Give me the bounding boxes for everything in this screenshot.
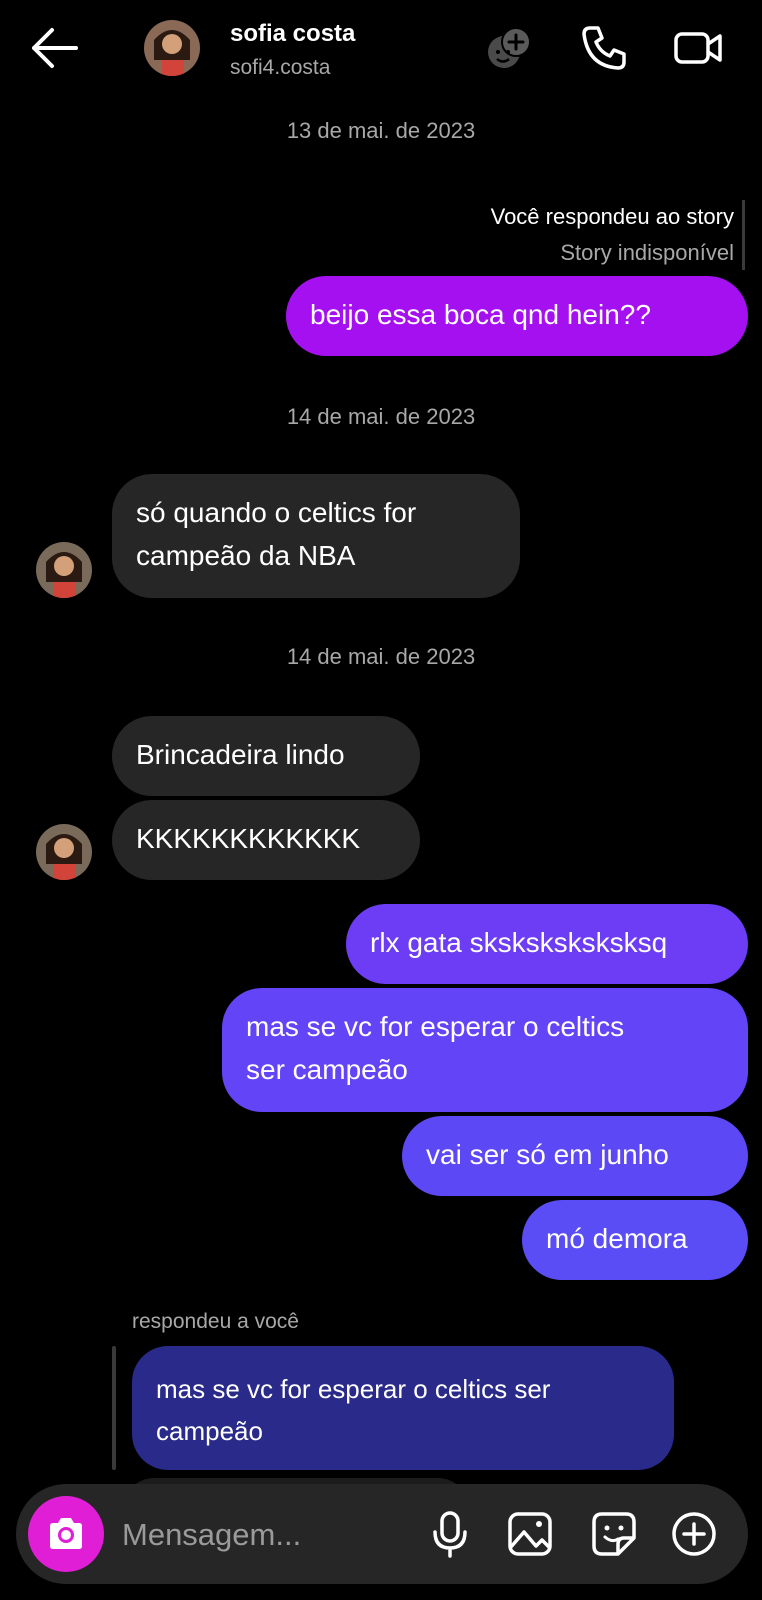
message-text-line: campeão da NBA — [136, 540, 356, 571]
message-text: vai ser só em junho — [426, 1139, 669, 1170]
effects-icon — [488, 27, 531, 68]
avatar-photo — [36, 824, 92, 880]
camera-icon — [50, 1518, 82, 1549]
gallery-button[interactable] — [504, 1508, 556, 1560]
voice-button[interactable] — [424, 1508, 476, 1560]
message-outgoing[interactable]: beijo essa boca qnd hein?? — [286, 276, 748, 356]
more-button[interactable] — [668, 1508, 720, 1560]
quoted-message[interactable]: mas se vc for esperar o celtics ser camp… — [132, 1346, 674, 1470]
contact-name[interactable]: sofia costa — [230, 20, 355, 48]
quote-bar — [112, 1346, 116, 1470]
call-button[interactable] — [578, 22, 630, 74]
reply-label: respondeu a você — [132, 1310, 299, 1333]
message-outgoing[interactable]: mas se vc for esperar o celtics ser camp… — [222, 988, 748, 1112]
quoted-text-line: mas se vc for esperar o celtics ser — [156, 1374, 551, 1404]
message-incoming[interactable]: KKKKKKKKKKKK — [112, 800, 420, 880]
story-reply-bar — [742, 200, 745, 270]
avatar-photo — [144, 20, 200, 76]
date-separator: 14 de mai. de 2023 — [286, 644, 476, 669]
plus-icon — [672, 1512, 716, 1556]
message-text: beijo essa boca qnd hein?? — [310, 299, 651, 330]
message-input[interactable] — [120, 1510, 414, 1560]
message-text-line: só quando o celtics for — [136, 497, 417, 528]
message-incoming[interactable]: só quando o celtics for campeão da NBA — [112, 474, 520, 598]
story-unavailable-label: Story indisponível — [560, 240, 734, 265]
gallery-icon — [508, 1512, 552, 1556]
message-outgoing[interactable]: rlx gata sksksksksksksq — [346, 904, 748, 984]
avatar[interactable] — [144, 20, 200, 76]
message-text-line: ser campeão — [246, 1054, 408, 1085]
date-separator: 14 de mai. de 2023 — [286, 404, 476, 429]
phone-icon — [582, 26, 626, 70]
contact-username[interactable]: sofi4.costa — [230, 56, 330, 80]
camera-button[interactable] — [28, 1496, 104, 1572]
sticker-button[interactable] — [588, 1508, 640, 1560]
quoted-text-line: campeão — [156, 1416, 263, 1446]
sender-avatar[interactable] — [36, 824, 92, 880]
avatar-photo — [36, 542, 92, 598]
message-incoming[interactable]: Brincadeira lindo — [112, 716, 420, 796]
message-text: KKKKKKKKKKKK — [136, 823, 361, 854]
back-arrow-icon — [32, 28, 78, 68]
message-text: mó demora — [546, 1223, 688, 1254]
sticker-icon — [592, 1512, 636, 1556]
effects-button[interactable] — [482, 22, 534, 74]
message-text: Brincadeira lindo — [136, 739, 345, 770]
sender-avatar[interactable] — [36, 542, 92, 598]
date-separator: 13 de mai. de 2023 — [286, 118, 476, 143]
video-icon — [674, 32, 722, 64]
story-reply-label: Você respondeu ao story — [490, 204, 734, 229]
back-button[interactable] — [28, 26, 80, 70]
message-outgoing[interactable]: mó demora — [522, 1200, 748, 1280]
message-text-line: mas se vc for esperar o celtics — [246, 1011, 625, 1042]
message-outgoing[interactable]: vai ser só em junho — [402, 1116, 748, 1196]
message-text: rlx gata sksksksksksksq — [370, 927, 668, 958]
microphone-icon — [433, 1511, 467, 1558]
video-call-button[interactable] — [672, 22, 724, 74]
